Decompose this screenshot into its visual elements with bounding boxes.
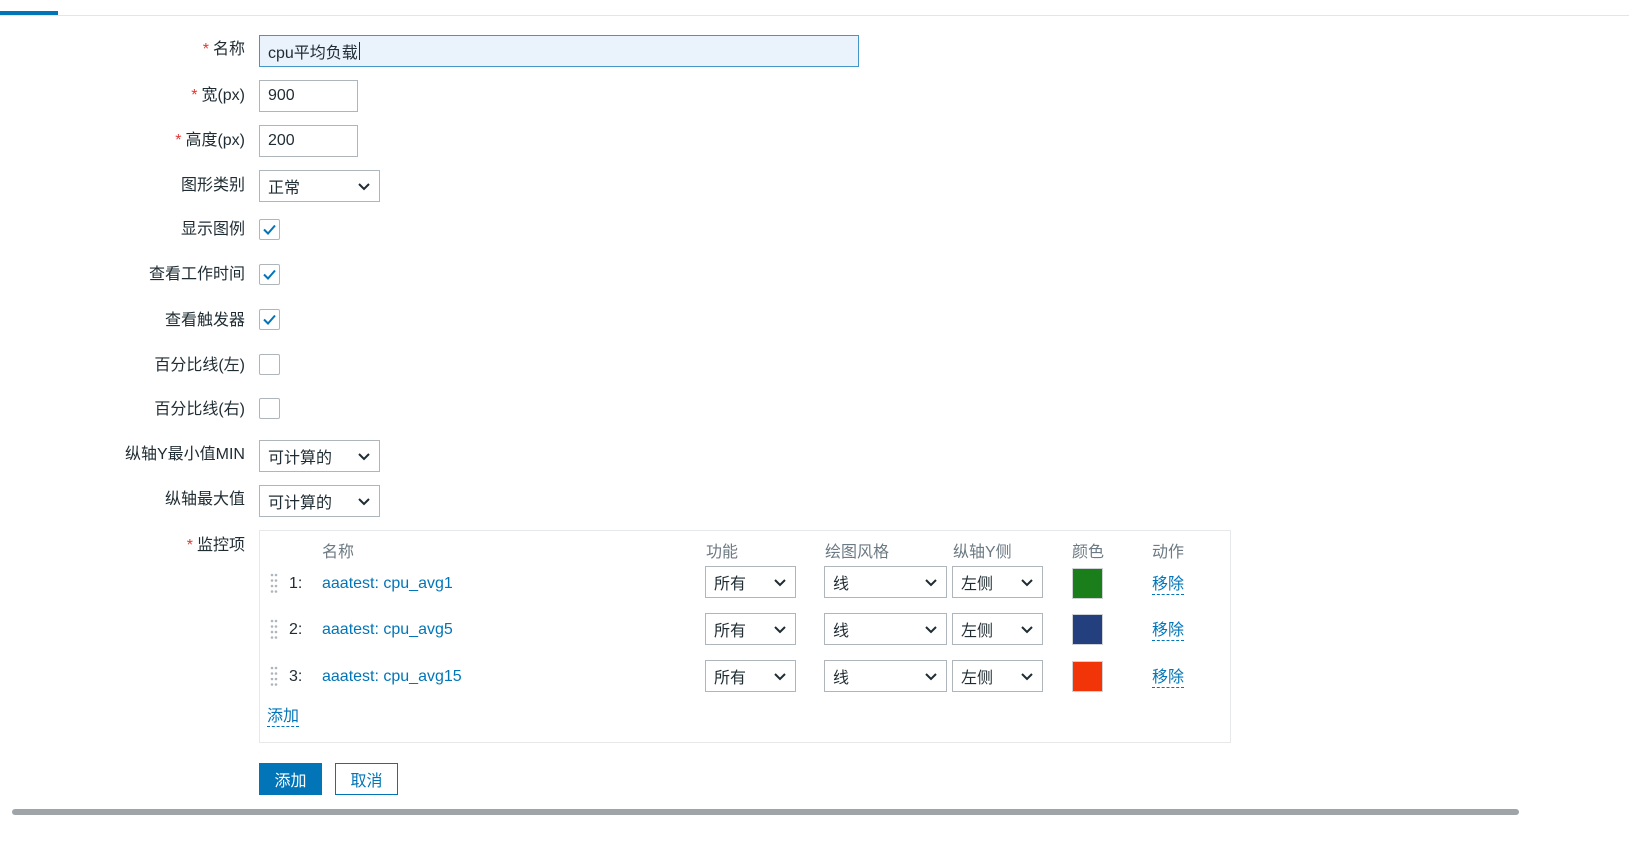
chevron-down-icon — [925, 626, 937, 634]
function-select[interactable]: 所有 — [705, 660, 796, 692]
row-number: 3: — [289, 668, 303, 685]
col-header-name: 名称 — [322, 544, 355, 561]
row-number: 1: — [289, 575, 303, 592]
scrollbar-thumb[interactable] — [12, 809, 1519, 815]
chevron-down-icon — [358, 498, 370, 506]
tab-active-indicator — [0, 11, 58, 15]
items-label: * 监控项 — [186, 537, 245, 554]
percentile-left-label: 百分比线(左) — [154, 357, 245, 374]
height-label: * 高度(px) — [175, 132, 245, 149]
function-select[interactable]: 所有 — [705, 566, 796, 598]
y-max-select[interactable]: 可计算的 — [259, 485, 380, 517]
draw-style-select[interactable]: 线 — [824, 566, 947, 598]
col-header-draw-style: 绘图风格 — [825, 544, 890, 561]
remove-link[interactable]: 移除 — [1152, 668, 1185, 688]
drag-handle-icon[interactable] — [270, 619, 278, 641]
show-legend-label: 显示图例 — [180, 221, 245, 238]
color-swatch[interactable] — [1072, 661, 1103, 692]
draw-style-select[interactable]: 线 — [824, 613, 947, 645]
y-min-select[interactable]: 可计算的 — [259, 440, 380, 472]
chevron-down-icon — [774, 673, 786, 681]
required-asterisk: * — [175, 132, 182, 149]
percentile-right-label: 百分比线(右) — [154, 401, 245, 418]
show-work-period-label: 查看工作时间 — [148, 266, 245, 283]
height-input[interactable]: 200 — [259, 125, 358, 157]
text-caret — [358, 42, 360, 60]
width-input[interactable]: 900 — [259, 80, 358, 112]
draw-style-select[interactable]: 线 — [824, 660, 947, 692]
y-axis-side-select[interactable]: 左侧 — [952, 566, 1043, 598]
y-max-label: 纵轴最大值 — [164, 491, 245, 508]
graph-type-label: 图形类别 — [180, 177, 245, 194]
add-item-link[interactable]: 添加 — [267, 707, 300, 727]
required-asterisk: * — [186, 537, 193, 554]
checkmark-icon — [263, 269, 276, 280]
row-number: 2: — [289, 621, 303, 638]
name-label: * 名称 — [202, 41, 245, 58]
chevron-down-icon — [1021, 626, 1033, 634]
show-work-period-checkbox[interactable] — [259, 264, 280, 285]
chevron-down-icon — [358, 183, 370, 191]
remove-link[interactable]: 移除 — [1152, 575, 1185, 595]
required-asterisk: * — [202, 41, 209, 58]
chevron-down-icon — [358, 453, 370, 461]
col-header-action: 动作 — [1152, 544, 1185, 561]
remove-link[interactable]: 移除 — [1152, 621, 1185, 641]
chevron-down-icon — [925, 579, 937, 587]
percentile-right-checkbox[interactable] — [259, 398, 280, 419]
show-triggers-checkbox[interactable] — [259, 309, 280, 330]
y-axis-side-select[interactable]: 左侧 — [952, 660, 1043, 692]
chevron-down-icon — [1021, 579, 1033, 587]
col-header-color: 颜色 — [1072, 544, 1105, 561]
drag-handle-icon[interactable] — [270, 666, 278, 688]
y-min-label: 纵轴Y最小值MIN — [124, 446, 245, 463]
add-button[interactable]: 添加 — [259, 763, 322, 795]
checkmark-icon — [263, 314, 276, 325]
chevron-down-icon — [774, 626, 786, 634]
chevron-down-icon — [925, 673, 937, 681]
chevron-down-icon — [774, 579, 786, 587]
checkmark-icon — [263, 224, 276, 235]
show-triggers-label: 查看触发器 — [164, 312, 245, 329]
col-header-y-axis-side: 纵轴Y侧 — [953, 544, 1012, 561]
show-legend-checkbox[interactable] — [259, 219, 280, 240]
drag-handle-icon[interactable] — [270, 573, 278, 595]
width-label: * 宽(px) — [191, 87, 245, 104]
tab-bar — [0, 0, 1629, 16]
color-swatch[interactable] — [1072, 614, 1103, 645]
required-asterisk: * — [191, 87, 198, 104]
graph-type-select[interactable]: 正常 — [259, 170, 380, 202]
color-swatch[interactable] — [1072, 568, 1103, 599]
item-name-link[interactable]: aaatest: cpu_avg5 — [322, 621, 453, 639]
col-header-function: 功能 — [706, 544, 739, 561]
item-name-link[interactable]: aaatest: cpu_avg1 — [322, 575, 453, 593]
cancel-button[interactable]: 取消 — [335, 763, 398, 795]
name-input[interactable]: cpu平均负载 — [259, 35, 859, 67]
y-axis-side-select[interactable]: 左侧 — [952, 613, 1043, 645]
item-name-link[interactable]: aaatest: cpu_avg15 — [322, 668, 462, 686]
function-select[interactable]: 所有 — [705, 613, 796, 645]
chevron-down-icon — [1021, 673, 1033, 681]
percentile-left-checkbox[interactable] — [259, 354, 280, 375]
